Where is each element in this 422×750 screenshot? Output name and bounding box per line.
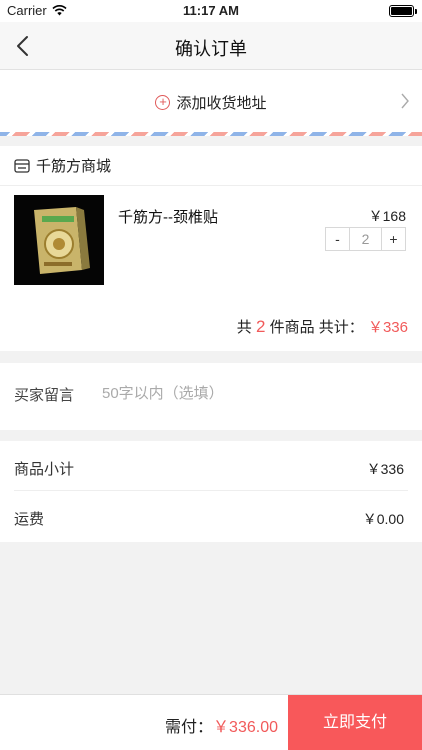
decrement-button[interactable]: - [326, 228, 349, 250]
summary-prefix: 共 [236, 319, 252, 336]
amount-due: 需付：￥336.00 [165, 713, 278, 737]
subtotal-label: 商品小计 [14, 461, 75, 478]
navigation-bar: 确认订单 [0, 22, 422, 70]
totals-card: 商品小计 ￥336 运费 ￥0.00 [0, 441, 422, 542]
product-name: 千筋方--颈椎贴 [118, 209, 218, 226]
product-image[interactable] [14, 195, 104, 285]
summary-total: ￥336 [367, 319, 408, 336]
shipping-value: ￥0.00 [362, 511, 404, 527]
shop-order-card: 千筋方商城 千筋方--颈椎贴 ￥168 - 2 + 共 2 件商品 共计： ￥3… [0, 146, 422, 351]
envelope-stripe [0, 132, 422, 136]
shop-name: 千筋方商城 [36, 158, 112, 175]
summary-middle: 件商品 共计： [269, 319, 364, 336]
due-amount: ￥336.00 [213, 719, 278, 736]
checkout-bar: 需付：￥336.00 立即支付 [0, 694, 422, 750]
item-count: 2 [255, 317, 266, 336]
buyer-message-row: 买家留言 50字以内（选填） [0, 363, 422, 430]
product-box-graphic [34, 207, 90, 274]
pay-now-button[interactable]: 立即支付 [288, 695, 422, 750]
due-label: 需付： [165, 719, 214, 736]
page-title: 确认订单 [175, 39, 247, 59]
shop-header: 千筋方商城 [0, 146, 422, 186]
chevron-right-icon [401, 93, 409, 109]
status-time: 11:17 AM [183, 3, 239, 18]
increment-button[interactable]: + [382, 228, 405, 250]
subtotal-value: ￥336 [366, 461, 404, 477]
quantity-input[interactable]: 2 [349, 228, 382, 250]
product-price: ￥168 [368, 208, 406, 224]
plus-circle-icon: + [155, 94, 171, 110]
shipping-row: 运费 ￥0.00 [0, 491, 422, 541]
shipping-label: 运费 [14, 511, 45, 528]
message-input[interactable]: 50字以内（选填） [102, 382, 224, 403]
order-summary: 共 2 件商品 共计： ￥336 [237, 316, 408, 337]
battery-icon [389, 5, 417, 17]
add-address-row[interactable]: + 添加收货地址 [0, 70, 422, 134]
status-bar: Carrier 11:17 AM [0, 0, 422, 22]
quantity-stepper: - 2 + [325, 227, 406, 251]
message-label: 买家留言 [14, 387, 75, 404]
store-icon [14, 158, 30, 173]
add-address-label: 添加收货地址 [176, 94, 267, 112]
subtotal-row: 商品小计 ￥336 [0, 441, 422, 491]
